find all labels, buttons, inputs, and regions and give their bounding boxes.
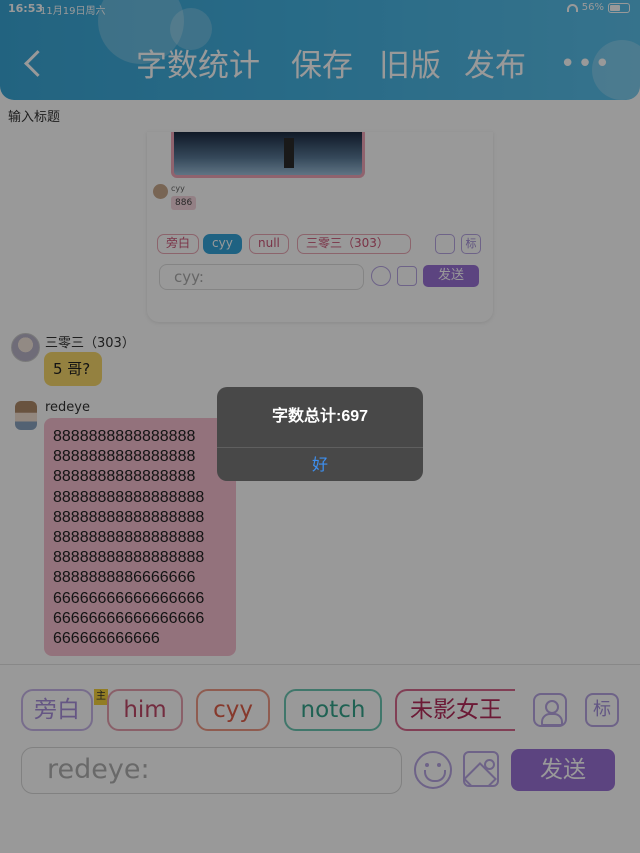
word-count-alert: 字数总计:697 好 xyxy=(217,387,423,481)
alert-ok-button[interactable]: 好 xyxy=(217,448,423,481)
alert-title: 字数总计:697 xyxy=(271,408,369,425)
